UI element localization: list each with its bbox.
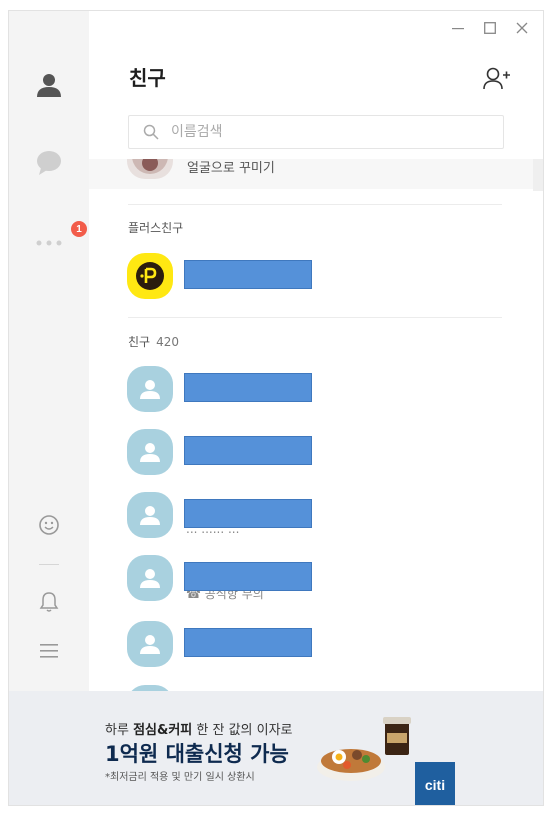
add-person-icon: [483, 67, 510, 90]
ad-headline: 하루 점심&커피 한 잔 값의 이자로: [105, 719, 293, 738]
ad-headline-bold: 점심&커피: [133, 723, 193, 738]
section-label-friends: 친구 420: [128, 333, 179, 350]
redacted-name: [184, 436, 312, 465]
add-friend-button[interactable]: [481, 65, 513, 93]
sidebar-item-friends[interactable]: [29, 65, 69, 105]
avatar: [127, 621, 173, 667]
default-person-icon: [140, 506, 160, 525]
maximize-button[interactable]: [477, 17, 503, 39]
ad-headline-prefix: 하루: [105, 723, 134, 738]
avatar: [127, 492, 173, 538]
ad-disclaimer: *최저금리 적용 및 만기 일시 상환시: [105, 772, 255, 783]
app-window: 1 친구 이름검색 얼굴으로 꾸미기 플러스친구 친구 420 ... ....…: [8, 10, 544, 806]
sidebar-item-notifications[interactable]: [29, 582, 69, 622]
friend-list[interactable]: 얼굴으로 꾸미기 플러스친구 친구 420 ... ...... ... ☎ 공…: [89, 159, 543, 691]
default-person-icon: [140, 635, 160, 654]
avatar: [127, 429, 173, 475]
sidebar-item-more[interactable]: 1: [29, 221, 87, 263]
avatar: [127, 366, 173, 412]
chat-bubble-icon: [37, 151, 61, 175]
list-item[interactable]: [89, 677, 533, 691]
section-label-plus: 플러스친구: [128, 221, 184, 235]
window-controls: [445, 17, 535, 39]
avatar: [127, 555, 173, 601]
default-person-icon: [140, 569, 160, 588]
close-icon: [516, 22, 528, 34]
ad-title: 1억원 대출신청 가능: [105, 742, 289, 766]
minimize-button[interactable]: [445, 17, 471, 39]
smiley-icon: [39, 515, 59, 535]
scrollbar[interactable]: [533, 159, 543, 191]
redacted-name: [184, 499, 312, 528]
sidebar: 1: [9, 11, 89, 691]
redacted-name: [184, 373, 312, 402]
hamburger-menu-icon: [40, 644, 58, 658]
bell-icon: [39, 592, 59, 612]
maximize-icon: [484, 22, 496, 34]
avatar: [127, 159, 173, 179]
citi-logo: citi: [415, 762, 455, 805]
search-input[interactable]: [169, 123, 503, 141]
divider: [128, 204, 502, 205]
friend-count: 420: [156, 335, 179, 349]
notification-badge: 1: [71, 221, 87, 237]
divider: [128, 317, 502, 318]
default-person-icon: [140, 443, 160, 462]
person-icon: [37, 74, 61, 97]
minimize-icon: [452, 28, 464, 30]
list-item[interactable]: [89, 358, 533, 420]
ad-banner[interactable]: 하루 점심&커피 한 잔 값의 이자로 1억원 대출신청 가능 *최저금리 적용…: [9, 691, 543, 805]
avatar: [127, 253, 173, 299]
sidebar-item-settings[interactable]: [29, 631, 69, 671]
redacted-name: [184, 260, 312, 289]
list-item-plus-friend[interactable]: [89, 245, 533, 307]
search-box: [128, 115, 504, 149]
close-button[interactable]: [509, 17, 535, 39]
list-item-status: 얼굴으로 꾸미기: [187, 161, 275, 176]
ad-headline-suffix: 한 잔 값의 이자로: [192, 723, 293, 738]
redacted-name: [184, 628, 312, 657]
lunch-coffee-illustration-icon: [317, 717, 411, 781]
page-title: 친구: [129, 66, 166, 90]
kakao-plus-logo-icon: [136, 262, 164, 290]
sidebar-item-chats[interactable]: [29, 143, 69, 183]
sidebar-divider: [39, 564, 59, 565]
more-dots-icon: [36, 240, 62, 246]
list-item[interactable]: 얼굴으로 꾸미기: [89, 159, 533, 189]
list-item[interactable]: ☎ 공식항 무의: [89, 547, 533, 609]
sidebar-item-emoticon[interactable]: [29, 505, 69, 545]
search-icon: [143, 124, 159, 140]
section-label-text: 친구: [128, 335, 151, 349]
list-item[interactable]: [89, 613, 533, 675]
list-item[interactable]: [89, 421, 533, 483]
default-person-icon: [140, 380, 160, 399]
redacted-name: [184, 562, 312, 591]
list-item[interactable]: ... ...... ...: [89, 484, 533, 546]
